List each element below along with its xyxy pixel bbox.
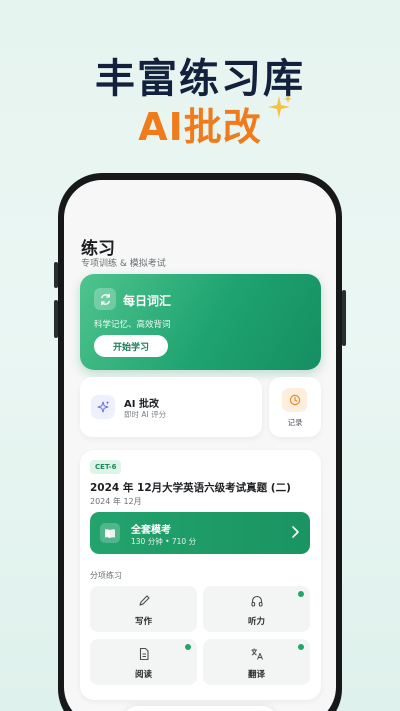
records-card[interactable]: 记录 — [269, 377, 321, 437]
sparkle-icon — [91, 395, 115, 419]
tab-bar-background — [124, 706, 276, 711]
translate-icon — [203, 647, 310, 661]
chevron-right-icon — [292, 526, 299, 538]
sparkle-icon — [268, 95, 292, 118]
phone-side-button — [342, 290, 346, 346]
phone-side-button — [54, 300, 58, 338]
pen-icon — [90, 594, 197, 608]
section-practice-label: 分项练习 — [90, 571, 122, 580]
section-tile-translation[interactable]: 翻译 — [203, 639, 310, 685]
exam-title: 2024 年 12月大学英语六级考试真题 (二) — [90, 482, 291, 494]
section-tile-reading[interactable]: 阅读 — [90, 639, 197, 685]
document-icon — [90, 647, 197, 661]
section-tile-label: 写作 — [134, 617, 152, 627]
daily-vocab-subtitle: 科学记忆、高效背词 — [94, 320, 171, 330]
mock-exam-subtitle: 130 分钟 • 710 分 — [131, 537, 197, 546]
refresh-icon — [94, 288, 116, 310]
clock-icon — [282, 388, 307, 412]
full-mock-exam-button[interactable]: 全套模考 130 分钟 • 710 分 — [90, 512, 310, 554]
page-subtitle: 专项训练 & 模拟考试 — [81, 259, 166, 269]
daily-vocab-card[interactable]: 每日词汇 科学记忆、高效背词 开始学习 — [80, 274, 321, 370]
ai-grading-subtitle: 即时 AI 评分 — [124, 410, 167, 419]
headphones-icon — [203, 594, 310, 608]
records-label: 记录 — [287, 418, 303, 427]
level-badge: CET-6 — [90, 460, 122, 474]
ai-grading-card[interactable]: AI 批改 即时 AI 评分 — [80, 377, 262, 437]
promo-subheadline: AI批改 — [138, 105, 262, 149]
app-screen: 练习 专项训练 & 模拟考试 每日词汇 科学记忆、高效背词 开始学习 AI 批改… — [64, 180, 336, 711]
exam-card: CET-6 2024 年 12月大学英语六级考试真题 (二) 2024 年 12… — [80, 450, 321, 700]
daily-vocab-title: 每日词汇 — [123, 294, 172, 308]
exam-date: 2024 年 12月 — [90, 497, 142, 506]
section-tile-label: 听力 — [247, 617, 265, 627]
ai-grading-title: AI 批改 — [124, 399, 159, 410]
open-book-icon — [100, 523, 120, 543]
bottom-tab-bar — [64, 706, 336, 711]
section-tile-writing[interactable]: 写作 — [90, 586, 197, 632]
mock-exam-title: 全套模考 — [131, 525, 171, 536]
section-tile-listening[interactable]: 听力 — [203, 586, 310, 632]
section-tile-label: 阅读 — [134, 670, 152, 680]
start-learning-button[interactable]: 开始学习 — [94, 335, 168, 357]
phone-side-button — [54, 262, 58, 288]
section-tile-label: 翻译 — [247, 670, 265, 680]
